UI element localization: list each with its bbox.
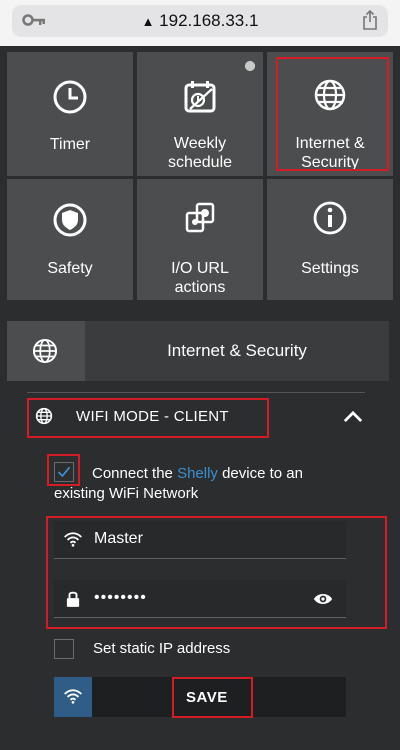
section-header[interactable]: Internet & Security — [7, 321, 389, 381]
highlight-box-wifi-mode — [27, 398, 269, 438]
section-title: Internet & Security — [167, 341, 307, 360]
info-icon — [313, 201, 347, 235]
tile-timer[interactable]: Timer — [7, 52, 133, 176]
tile-label: I/O URL actions — [171, 260, 229, 296]
highlight-box-save — [172, 677, 253, 718]
url-text[interactable]: ▲ 192.168.33.1 — [0, 11, 400, 31]
highlight-box-credentials — [46, 516, 387, 629]
tile-io-url-actions[interactable]: I/O URL actions — [137, 179, 263, 300]
clock-icon — [53, 80, 87, 114]
shelly-link[interactable]: Shelly — [177, 465, 218, 482]
tile-label: Safety — [47, 260, 93, 277]
chevron-up-icon[interactable] — [343, 410, 363, 423]
connect-description: Connect the Shelly device to an existing… — [54, 464, 344, 504]
calendar-icon — [184, 81, 216, 113]
static-ip-checkbox[interactable] — [54, 639, 74, 659]
url-value: 192.168.33.1 — [159, 11, 259, 30]
shield-icon — [53, 203, 87, 237]
url-actions-icon — [185, 202, 215, 233]
static-ip-label: Set static IP address — [93, 640, 231, 657]
connect-prefix: Connect the — [92, 465, 178, 482]
tile-safety[interactable]: Safety — [7, 179, 133, 300]
share-icon[interactable] — [362, 10, 378, 30]
section-icon-box — [7, 321, 85, 381]
tile-label: Timer — [49, 136, 91, 153]
highlight-box-tile — [276, 57, 389, 171]
tile-label: Weekly schedule — [167, 135, 233, 171]
tile-weekly-schedule[interactable]: Weekly schedule — [137, 52, 263, 176]
status-dot — [245, 61, 255, 71]
warning-icon: ▲ — [141, 14, 155, 29]
save-icon-box — [54, 677, 92, 717]
browser-url-bar: ▲ 192.168.33.1 — [0, 0, 400, 46]
tile-label: Settings — [301, 260, 359, 277]
globe-icon — [32, 338, 58, 364]
wifi-icon — [64, 689, 82, 704]
tile-settings[interactable]: Settings — [267, 179, 393, 300]
divider — [27, 392, 365, 393]
